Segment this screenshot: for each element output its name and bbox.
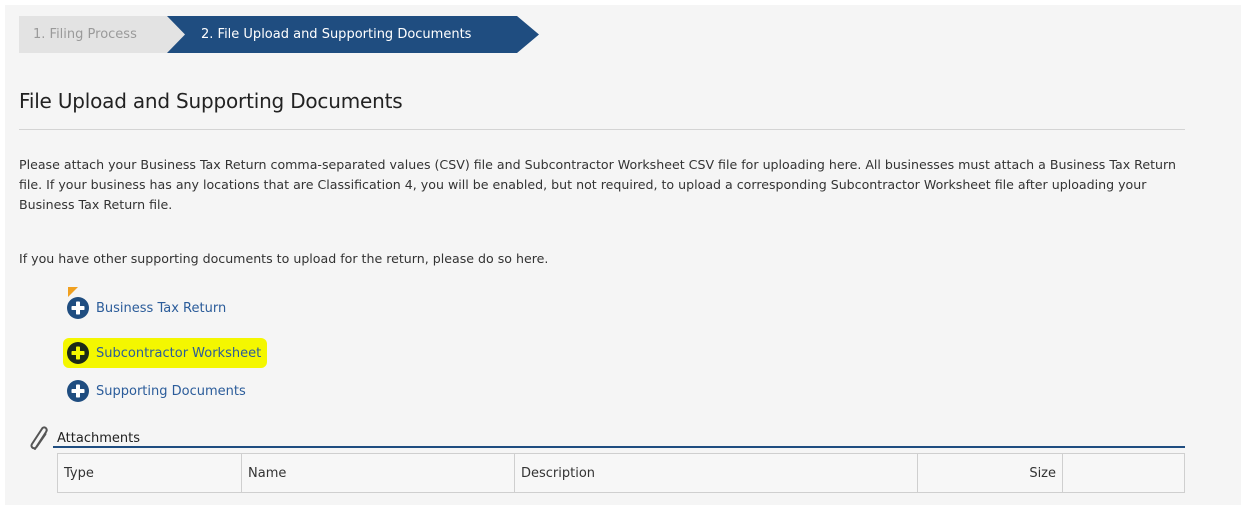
wizard-step-filing-process[interactable]: 1. Filing Process: [19, 16, 185, 53]
page-container: 1. Filing Process 2. File Upload and Sup…: [5, 5, 1241, 505]
wizard-step-file-upload[interactable]: 2. File Upload and Supporting Documents: [167, 16, 539, 53]
attachments-title: Attachments: [57, 430, 140, 446]
attachments-header: Attachments: [27, 423, 140, 453]
upload-link-label: Supporting Documents: [96, 383, 246, 399]
column-header-type[interactable]: Type: [57, 453, 242, 493]
plus-circle-icon: [67, 342, 89, 364]
title-divider: [19, 129, 1185, 130]
column-header-name[interactable]: Name: [241, 453, 515, 493]
intro-text: Please attach your Business Tax Return c…: [19, 157, 1176, 212]
attachments-table: Type Name Description Size: [57, 453, 1185, 493]
plus-circle-icon: [67, 380, 89, 402]
supporting-note: If you have other supporting documents t…: [19, 251, 549, 266]
upload-subcontractor-worksheet-link[interactable]: Subcontractor Worksheet: [63, 338, 268, 368]
column-header-size[interactable]: Size: [917, 453, 1063, 493]
page-title: File Upload and Supporting Documents: [19, 89, 403, 113]
column-header-description[interactable]: Description: [514, 453, 918, 493]
table-header-row: Type Name Description Size: [57, 453, 1185, 493]
paperclip-icon: [30, 426, 48, 450]
plus-circle-icon: [67, 297, 89, 319]
wizard-step-label: 2. File Upload and Supporting Documents: [201, 27, 472, 42]
upload-supporting-documents-link[interactable]: Supporting Documents: [67, 379, 246, 403]
upload-link-label: Subcontractor Worksheet: [96, 345, 262, 361]
wizard-step-label: 1. Filing Process: [33, 27, 137, 42]
upload-link-label: Business Tax Return: [96, 300, 227, 316]
upload-business-tax-return-link[interactable]: Business Tax Return: [67, 296, 226, 320]
wizard-steps: 1. Filing Process 2. File Upload and Sup…: [19, 16, 539, 53]
attachments-divider: [53, 446, 1185, 448]
column-header-actions: [1062, 453, 1185, 493]
